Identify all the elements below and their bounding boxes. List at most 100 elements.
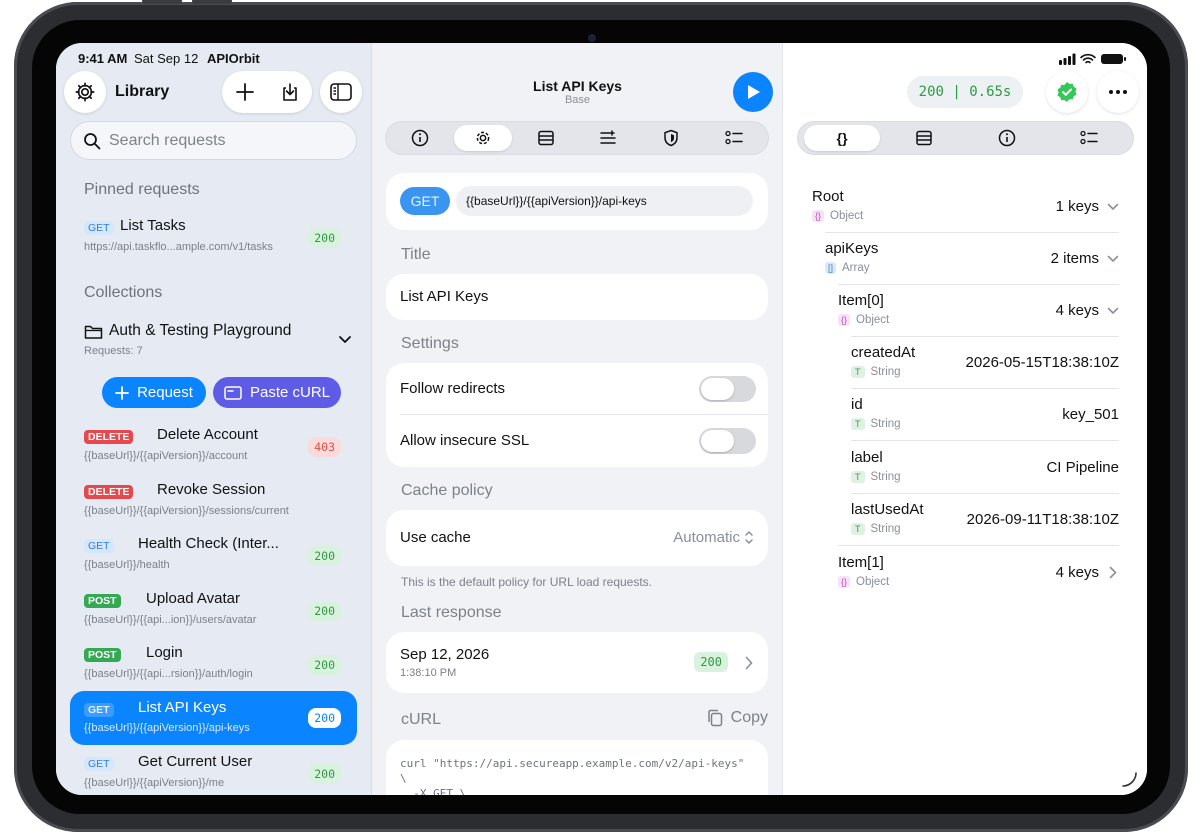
pinned-request-item[interactable]: GET List Tasks https://api.taskflo...amp… xyxy=(70,215,357,265)
last-response-date: Sep 12, 2026 xyxy=(400,646,490,663)
curl-preview: curl "https://api.secureapp.example.com/… xyxy=(386,740,768,795)
tab-body[interactable] xyxy=(517,125,575,151)
request-url: {{baseUrl}}/health xyxy=(84,559,170,571)
node-key: createdAt xyxy=(851,344,916,361)
chevron-down-icon[interactable] xyxy=(338,335,352,344)
url-card: GET {{baseUrl}}/{{apiVersion}}/api-keys xyxy=(386,173,768,230)
checklist-icon xyxy=(1080,130,1098,145)
tab-tests[interactable] xyxy=(705,125,763,151)
request-name: Health Check (Inter... xyxy=(138,535,279,552)
url-input[interactable]: {{baseUrl}}/{{apiVersion}}/api-keys xyxy=(456,186,753,216)
pinned-header: Pinned requests xyxy=(84,181,200,198)
request-url: {{baseUrl}}/{{apiVersion}}/me xyxy=(84,777,225,789)
node-key: id xyxy=(851,396,863,413)
request-item-selected[interactable]: GET List API Keys {{baseUrl}}/{{apiVersi… xyxy=(70,691,357,745)
request-url: https://api.taskflo...ample.com/v1/tasks xyxy=(84,241,273,253)
request-item[interactable]: GET Get Current User {{baseUrl}}/{{apiVe… xyxy=(70,751,357,795)
node-type: [] Array xyxy=(825,262,870,274)
plus-icon xyxy=(115,385,129,400)
import-icon[interactable] xyxy=(280,82,300,102)
request-item[interactable]: GET Health Check (Inter... {{baseUrl}}/h… xyxy=(70,533,357,583)
gear-icon xyxy=(476,131,490,145)
tab-json[interactable]: {} xyxy=(804,125,881,151)
resize-grip-icon[interactable] xyxy=(1121,771,1137,787)
request-name: Upload Avatar xyxy=(146,590,240,607)
node-type: {} Object xyxy=(812,210,863,222)
node-type: {} Object xyxy=(838,576,889,588)
plus-icon[interactable] xyxy=(235,82,255,102)
request-url: {{baseUrl}}/{{api...rsion}}/auth/login xyxy=(84,668,253,680)
request-url: {{baseUrl}}/{{api...ion}}/users/avatar xyxy=(84,614,257,626)
cache-card: Use cache Automatic xyxy=(386,510,768,566)
last-response-card[interactable]: Sep 12, 2026 1:38:10 PM 200 xyxy=(386,632,768,693)
status-code-badge: 200 xyxy=(308,764,341,784)
body-icon xyxy=(537,130,554,146)
response-status-pill: 200 | 0.65s xyxy=(907,76,1023,108)
tab-settings[interactable] xyxy=(453,125,512,151)
curl-line: curl "https://api.secureapp.example.com/… xyxy=(400,757,745,770)
node-key: Item[0] xyxy=(838,292,884,309)
last-response-status: 200 xyxy=(694,652,728,672)
divider xyxy=(400,414,768,415)
new-request-button[interactable]: Request xyxy=(102,377,206,408)
more-button[interactable] xyxy=(1097,71,1139,113)
method-badge: DELETE xyxy=(84,430,134,444)
tab-auth[interactable] xyxy=(642,125,700,151)
title-field[interactable]: List API Keys xyxy=(386,274,768,320)
follow-redirects-toggle[interactable] xyxy=(699,376,756,402)
tree-node-item-1[interactable]: Item[1] {} Object 4 keys xyxy=(838,554,1119,606)
volume-button xyxy=(142,0,182,4)
use-cache-label: Use cache xyxy=(400,529,471,546)
info-icon xyxy=(412,129,429,147)
copy-curl-button[interactable]: Copy xyxy=(707,709,768,727)
node-value: 2026-05-15T18:38:10Z xyxy=(965,354,1119,371)
headers-icon xyxy=(600,130,617,144)
chevron-down-icon xyxy=(1107,307,1119,315)
verified-badge-icon xyxy=(1057,82,1077,102)
node-type: T String xyxy=(851,366,901,378)
node-value: 1 keys xyxy=(1055,198,1099,215)
tab-info[interactable] xyxy=(391,125,449,151)
search-input[interactable] xyxy=(109,131,339,150)
title-value: List API Keys xyxy=(400,288,489,305)
curl-line: -X GET \ xyxy=(400,787,467,795)
tab-raw[interactable] xyxy=(886,125,962,151)
new-request-label: Request xyxy=(137,384,193,401)
request-editor: List API Keys Base GET {{baseUrl}}/{{api… xyxy=(371,43,782,795)
divider xyxy=(851,336,1119,337)
paste-curl-button[interactable]: Paste cURL xyxy=(213,377,341,408)
tab-info[interactable] xyxy=(969,125,1045,151)
search-icon xyxy=(84,132,101,149)
node-value: 4 keys xyxy=(1055,302,1099,319)
divider xyxy=(851,440,1119,441)
toggle-sidebar-button[interactable] xyxy=(320,71,362,113)
request-item[interactable]: DELETE Delete Account {{baseUrl}}/{{apiV… xyxy=(70,424,357,474)
tab-headers[interactable] xyxy=(579,125,637,151)
validation-button[interactable] xyxy=(1046,71,1088,113)
request-item[interactable]: POST Upload Avatar {{baseUrl}}/{{api...i… xyxy=(70,588,357,638)
node-value: CI Pipeline xyxy=(1046,459,1119,476)
node-key: label xyxy=(851,449,883,466)
method-selector[interactable]: GET xyxy=(400,187,450,215)
request-item[interactable]: POST Login {{baseUrl}}/{{api...rsion}}/a… xyxy=(70,642,357,692)
settings-button[interactable] xyxy=(64,71,106,113)
insecure-ssl-toggle[interactable] xyxy=(699,428,756,454)
chevron-updown-icon[interactable] xyxy=(744,530,754,545)
collection-folder[interactable]: Auth & Testing Playground Requests: 7 xyxy=(84,321,352,363)
cache-policy-note: This is the default policy for URL load … xyxy=(401,575,653,589)
request-url: {{baseUrl}}/{{apiVersion}}/account xyxy=(84,450,248,462)
object-badge: {} xyxy=(838,314,851,326)
chevron-down-icon xyxy=(1107,255,1119,263)
search-field[interactable] xyxy=(70,121,357,160)
tab-tests[interactable] xyxy=(1051,125,1127,151)
node-value: 4 keys xyxy=(1055,564,1099,581)
editor-title: List API Keys xyxy=(533,78,622,94)
method-badge: POST xyxy=(84,594,121,608)
request-item[interactable]: DELETE Revoke Session {{baseUrl}}/{{apiV… xyxy=(70,479,357,529)
cache-policy-value[interactable]: Automatic xyxy=(673,529,740,546)
divider xyxy=(838,545,1119,546)
node-key: Root xyxy=(812,188,844,205)
node-key: lastUsedAt xyxy=(851,501,924,518)
status-code-badge: 403 xyxy=(308,437,341,457)
send-request-button[interactable] xyxy=(733,72,773,112)
